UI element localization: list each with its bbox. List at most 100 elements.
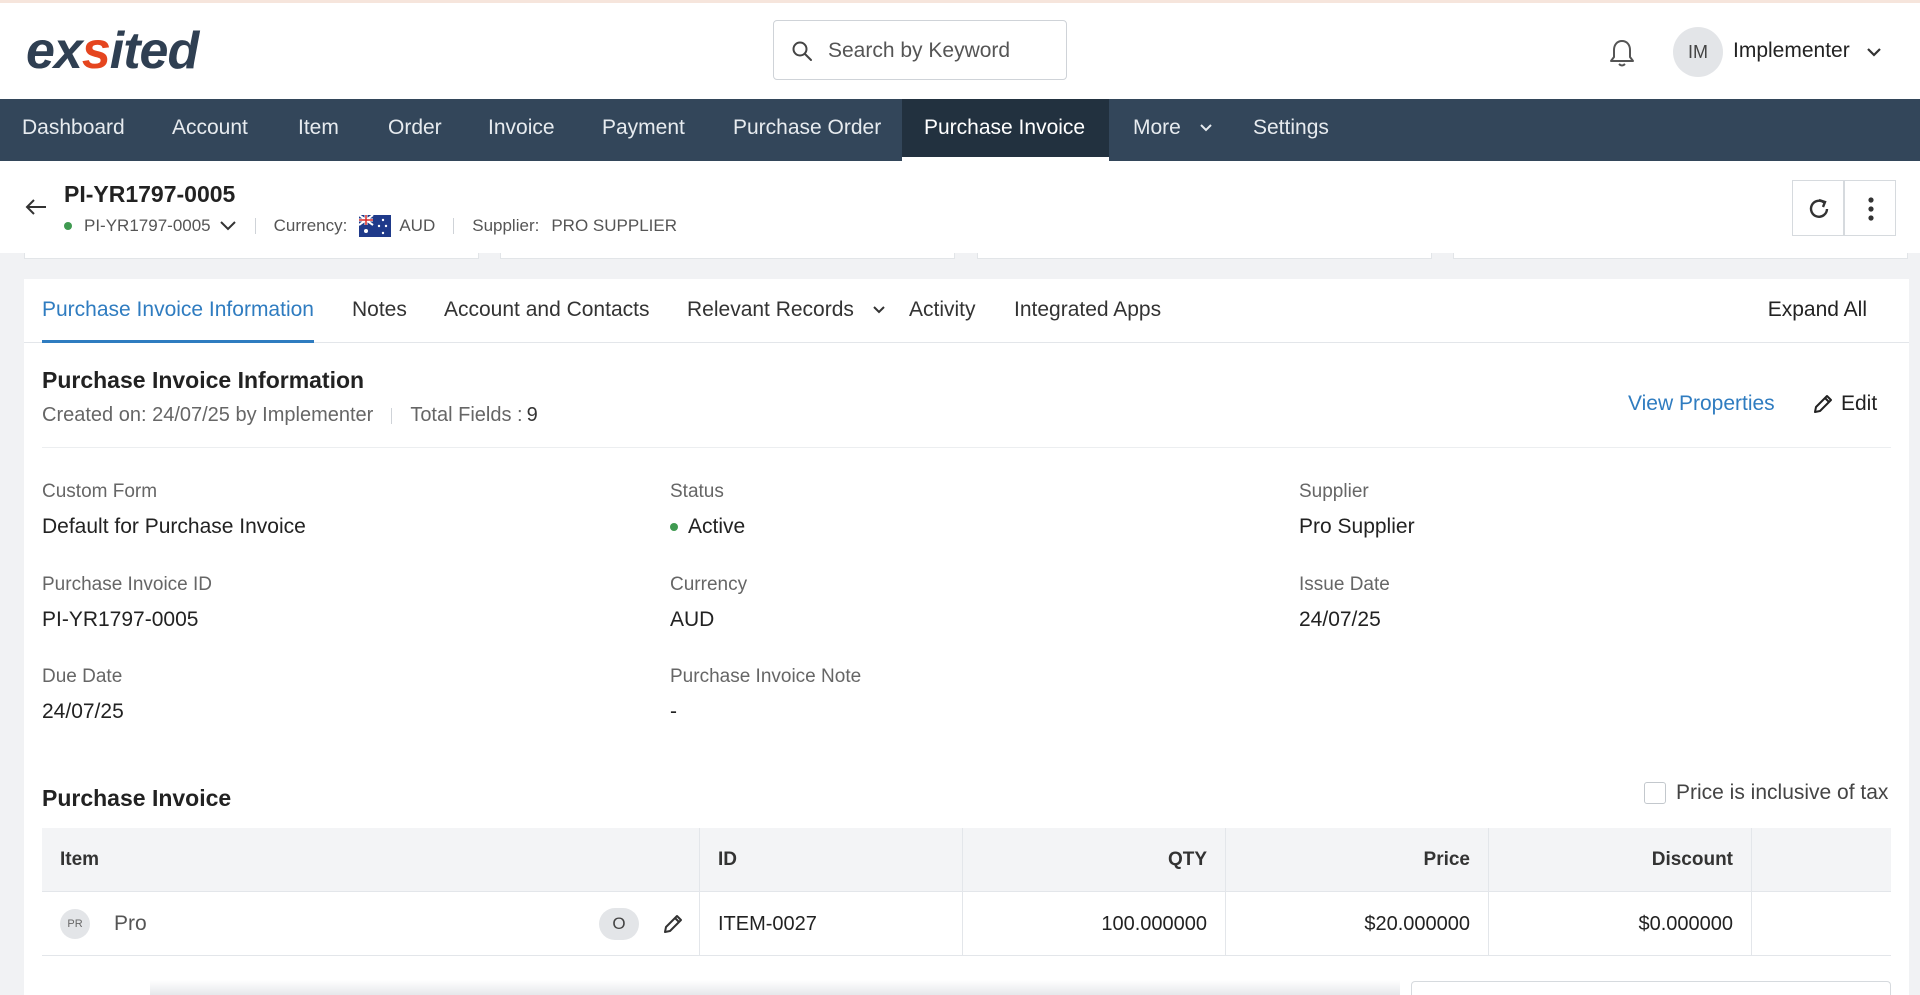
- search-icon: [792, 41, 812, 61]
- section-title: Purchase Invoice Information: [42, 367, 365, 393]
- detail-tabs: Purchase Invoice Information Notes Accou…: [24, 279, 1909, 343]
- column-header-qty[interactable]: QTY: [963, 828, 1226, 892]
- kebab-menu-icon: [1868, 197, 1874, 221]
- table-row[interactable]: PR Pro O ITEM-0027 100.000000 $20.000000…: [42, 892, 1891, 956]
- user-avatar[interactable]: IM: [1673, 27, 1723, 77]
- bell-icon[interactable]: [1607, 37, 1637, 69]
- nav-payment[interactable]: Payment: [580, 99, 707, 161]
- status-text: Active: [688, 515, 746, 538]
- divider: [391, 407, 393, 424]
- field-value: -: [670, 700, 677, 723]
- nav-order[interactable]: Order: [366, 99, 464, 161]
- record-title: PI-YR1797-0005: [64, 181, 236, 207]
- discount-cell[interactable]: $0.000000: [1489, 892, 1752, 956]
- field-supplier: Supplier Pro Supplier: [1299, 481, 1415, 539]
- item-cell: PR Pro O: [42, 892, 700, 956]
- total-fields-value: 9: [526, 404, 538, 426]
- section-divider: [42, 447, 1891, 448]
- main-nav: Dashboard Account Item Order Invoice Pay…: [0, 99, 1920, 161]
- field-purchase-invoice-note: Purchase Invoice Note -: [670, 666, 861, 724]
- field-value: 24/07/25: [42, 700, 124, 723]
- record-header: [0, 161, 1920, 253]
- column-header-item[interactable]: Item: [42, 828, 700, 892]
- field-value: Pro Supplier: [1299, 515, 1415, 538]
- field-label: Due Date: [42, 666, 123, 687]
- field-due-date: Due Date 24/07/25: [42, 666, 124, 724]
- field-currency: Currency AUD: [670, 574, 747, 632]
- expand-all-button[interactable]: Expand All: [1768, 298, 1867, 322]
- chevron-down-icon[interactable]: [219, 220, 237, 232]
- created-info: Created on: 24/07/25 by Implementer: [42, 404, 374, 426]
- totals-panel-stub: [1411, 981, 1891, 995]
- pencil-icon[interactable]: [661, 912, 685, 936]
- nav-account[interactable]: Account: [150, 99, 270, 161]
- tab-notes[interactable]: Notes: [352, 298, 407, 343]
- field-label: Supplier: [1299, 481, 1369, 502]
- nav-more[interactable]: More: [1111, 99, 1235, 161]
- nav-dashboard[interactable]: Dashboard: [0, 99, 147, 161]
- refresh-button[interactable]: [1792, 180, 1844, 236]
- view-properties-link[interactable]: View Properties: [1628, 392, 1775, 416]
- line-items-title: Purchase Invoice: [42, 785, 232, 811]
- chevron-down-icon: [873, 306, 885, 314]
- currency-value: AUD: [399, 216, 436, 235]
- field-value: Default for Purchase Invoice: [42, 515, 306, 538]
- field-value: AUD: [670, 608, 715, 631]
- divider: [453, 218, 455, 234]
- summary-card-stub: [977, 253, 1432, 259]
- summary-card-stub: [24, 253, 479, 259]
- item-name[interactable]: Pro: [114, 892, 147, 956]
- global-search[interactable]: [773, 20, 1067, 80]
- tax-inclusive-checkbox[interactable]: Price is inclusive of tax: [1644, 781, 1888, 805]
- column-header-discount[interactable]: Discount: [1489, 828, 1752, 892]
- summary-card-stub: [500, 253, 955, 259]
- nav-invoice[interactable]: Invoice: [466, 99, 577, 161]
- edit-button[interactable]: Edit: [1811, 392, 1877, 416]
- column-header-price[interactable]: Price: [1226, 828, 1489, 892]
- nav-settings[interactable]: Settings: [1231, 99, 1351, 161]
- nav-purchase-invoice[interactable]: Purchase Invoice: [902, 99, 1109, 161]
- field-value: Active: [670, 515, 745, 539]
- tab-activity[interactable]: Activity: [909, 298, 976, 343]
- field-label: Currency: [670, 574, 748, 595]
- column-header-id[interactable]: ID: [700, 828, 963, 892]
- tab-relevant-records[interactable]: Relevant Records: [687, 298, 886, 343]
- field-purchase-invoice-id: Purchase Invoice ID PI-YR1797-0005: [42, 574, 212, 632]
- nav-item[interactable]: Item: [276, 99, 361, 161]
- section-meta: Created on: 24/07/25 by Implementer Tota…: [42, 404, 538, 427]
- user-name[interactable]: Implementer: [1733, 39, 1850, 63]
- price-cell[interactable]: $20.000000: [1226, 892, 1489, 956]
- footer-shadow: [150, 980, 1400, 995]
- exsited-logo[interactable]: exsited: [26, 21, 199, 81]
- item-avatar: PR: [60, 909, 90, 939]
- back-arrow-icon[interactable]: [24, 197, 48, 217]
- nav-more-label: More: [1133, 116, 1181, 139]
- app-header: exsited IM Implementer: [0, 3, 1920, 99]
- field-label: Purchase Invoice ID: [42, 574, 213, 595]
- field-value: PI-YR1797-0005: [42, 608, 199, 631]
- tab-integrated-apps[interactable]: Integrated Apps: [1014, 298, 1161, 343]
- tab-account-and-contacts[interactable]: Account and Contacts: [444, 298, 649, 343]
- tab-purchase-invoice-information[interactable]: Purchase Invoice Information: [42, 298, 314, 343]
- field-issue-date: Issue Date 24/07/25: [1299, 574, 1390, 632]
- nav-purchase-order[interactable]: Purchase Order: [711, 99, 903, 161]
- field-label: Issue Date: [1299, 574, 1390, 595]
- field-status: Status Active: [670, 481, 745, 539]
- field-label: Status: [670, 481, 724, 502]
- supplier-value: PRO SUPPLIER: [551, 216, 677, 235]
- qty-cell[interactable]: 100.000000: [963, 892, 1226, 956]
- item-type-badge: O: [599, 908, 639, 940]
- search-input[interactable]: [828, 33, 1058, 69]
- record-id-selector[interactable]: PI-YR1797-0005: [84, 216, 211, 236]
- more-options-button[interactable]: [1844, 180, 1896, 236]
- field-label: Purchase Invoice Note: [670, 666, 862, 687]
- australia-flag-icon: [359, 215, 392, 237]
- table-header: Item ID QTY Price Discount: [42, 828, 1891, 892]
- supplier-label: Supplier:: [472, 216, 540, 235]
- chevron-down-icon[interactable]: [1865, 45, 1883, 59]
- summary-card-stub: [1453, 253, 1908, 259]
- field-custom-form: Custom Form Default for Purchase Invoice: [42, 481, 306, 539]
- chevron-down-icon: [1200, 124, 1212, 132]
- item-id-cell: ITEM-0027: [700, 892, 963, 956]
- checkbox[interactable]: [1644, 782, 1666, 804]
